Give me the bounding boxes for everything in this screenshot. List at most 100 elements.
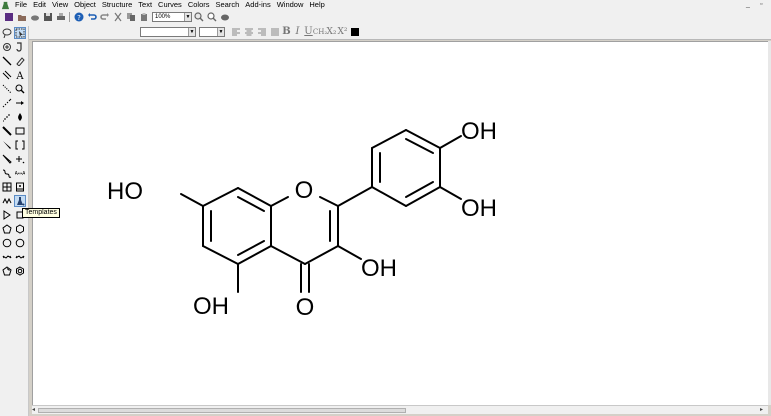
undo-button[interactable] (85, 11, 98, 23)
document-canvas[interactable]: O O OH OH OH HO OH (32, 41, 768, 405)
align-center-button[interactable] (242, 26, 255, 38)
save-button[interactable] (41, 11, 54, 23)
bond[interactable] (202, 187, 239, 207)
cyclopentane-ring-tool[interactable] (1, 223, 13, 235)
bond[interactable] (319, 196, 339, 207)
menu-window[interactable]: Window (274, 0, 307, 10)
menu-add-ins[interactable]: Add-ins (242, 0, 273, 10)
font-family-select[interactable]: ▼ (140, 26, 196, 37)
zoom-select[interactable]: 100% ▼ (152, 12, 192, 22)
lasso-tool[interactable] (1, 27, 13, 39)
atom-label-ring-oxygen[interactable]: O (295, 177, 314, 204)
menu-search[interactable]: Search (213, 0, 243, 10)
query-tool[interactable]: A↔A (14, 167, 26, 179)
atom-label-carbonyl-oxygen[interactable]: O (296, 294, 315, 321)
drawing-elements-tool[interactable] (14, 125, 26, 137)
menu-file[interactable]: File (12, 0, 30, 10)
show-hide-button[interactable] (218, 11, 231, 23)
atom-label-oh-7[interactable]: HO (107, 178, 143, 205)
chemical-symbols-tool[interactable] (14, 153, 26, 165)
zoom-out-button[interactable] (205, 11, 218, 23)
font-size-select[interactable]: ▼ (199, 26, 225, 37)
atom-label-oh-5[interactable]: OH (193, 293, 229, 320)
table-tool[interactable] (1, 181, 13, 193)
menu-colors[interactable]: Colors (185, 0, 213, 10)
pen-tool[interactable] (14, 83, 26, 95)
quercetin-structure[interactable]: O O OH OH OH HO OH (33, 42, 769, 406)
templates-tool[interactable] (14, 195, 26, 207)
menu-object[interactable]: Object (71, 0, 99, 10)
wedge-bond-tool[interactable] (1, 139, 13, 151)
bond[interactable] (439, 186, 462, 200)
benzene-ring-tool[interactable] (14, 265, 26, 277)
cyclooctane-ring-tool[interactable] (14, 237, 26, 249)
orbital-tool[interactable] (14, 111, 26, 123)
menu-help[interactable]: Help (306, 0, 327, 10)
atom-label-oh-3prime[interactable]: OH (461, 195, 497, 222)
scroll-left-arrow-icon[interactable]: ◂ (32, 406, 35, 414)
bond[interactable] (405, 186, 441, 207)
help-button[interactable]: ? (72, 11, 85, 23)
eraser-tool[interactable] (14, 55, 26, 67)
bond[interactable] (180, 193, 204, 207)
copy-button[interactable] (124, 11, 137, 23)
menu-text[interactable]: Text (135, 0, 155, 10)
bond[interactable] (237, 245, 272, 265)
cycloheptane-ring-tool[interactable] (1, 237, 13, 249)
cut-button[interactable] (111, 11, 124, 23)
open-template-button[interactable] (28, 11, 41, 23)
arrow-tool[interactable] (14, 97, 26, 109)
cyclopropane-ring-tool[interactable] (1, 209, 13, 221)
cyclohexane-chair-tool-1[interactable] (1, 251, 13, 263)
wavy-bond-tool[interactable] (1, 167, 13, 179)
text-tool[interactable]: A (14, 69, 26, 81)
bracket-tool[interactable] (14, 139, 26, 151)
bond[interactable] (237, 187, 272, 207)
bond[interactable] (202, 245, 239, 265)
text-color-button[interactable] (348, 26, 361, 38)
bond[interactable] (439, 135, 462, 149)
menu-edit[interactable]: Edit (30, 0, 49, 10)
align-left-button[interactable] (229, 26, 242, 38)
tlc-plate-tool[interactable] (14, 181, 26, 193)
align-right-button[interactable] (255, 26, 268, 38)
horizontal-scrollbar[interactable]: ◂ ▸ (32, 405, 768, 414)
subscript-button[interactable]: X₂ (326, 26, 337, 38)
structure-perspective-tool[interactable] (1, 41, 13, 53)
scroll-right-arrow-icon[interactable]: ▸ (760, 406, 763, 414)
bond[interactable] (337, 245, 362, 260)
open-button[interactable] (15, 11, 28, 23)
bond[interactable] (270, 245, 306, 265)
multiple-bond-tool[interactable] (1, 69, 13, 81)
bond[interactable] (304, 245, 339, 265)
menu-view[interactable]: View (49, 0, 71, 10)
bold-button[interactable]: B (281, 26, 292, 38)
zoom-in-button[interactable] (192, 11, 205, 23)
superscript-button[interactable]: X² (337, 26, 348, 38)
acyclic-chain-tool[interactable] (1, 195, 13, 207)
bond[interactable] (270, 196, 289, 207)
justify-button[interactable] (268, 26, 281, 38)
marquee-select-tool[interactable] (14, 27, 26, 39)
dashed-bond-tool[interactable] (1, 83, 13, 95)
chemical-formula-button[interactable]: CH₂ (313, 26, 327, 38)
menu-curves[interactable]: Curves (155, 0, 185, 10)
redo-button[interactable] (98, 11, 111, 23)
cyclohexane-ring-tool[interactable] (14, 223, 26, 235)
bond-chain-tool[interactable] (14, 41, 26, 53)
cyclohexane-chair-tool-2[interactable] (14, 251, 26, 263)
atom-label-oh-4prime[interactable]: OH (461, 118, 497, 145)
bond[interactable] (405, 129, 441, 149)
print-button[interactable] (54, 11, 67, 23)
bond[interactable] (371, 129, 407, 149)
aromatic-inner-bond[interactable] (405, 181, 434, 198)
scroll-thumb[interactable] (38, 408, 406, 413)
bold-bond-tool[interactable] (1, 125, 13, 137)
atom-label-oh-3[interactable]: OH (361, 255, 397, 282)
paste-button[interactable] (137, 11, 150, 23)
bond[interactable] (337, 186, 373, 207)
new-document-button[interactable] (2, 11, 15, 23)
italic-button[interactable]: I (292, 26, 303, 38)
cyclopentadiene-ring-tool[interactable] (1, 265, 13, 277)
bond[interactable] (371, 186, 407, 207)
